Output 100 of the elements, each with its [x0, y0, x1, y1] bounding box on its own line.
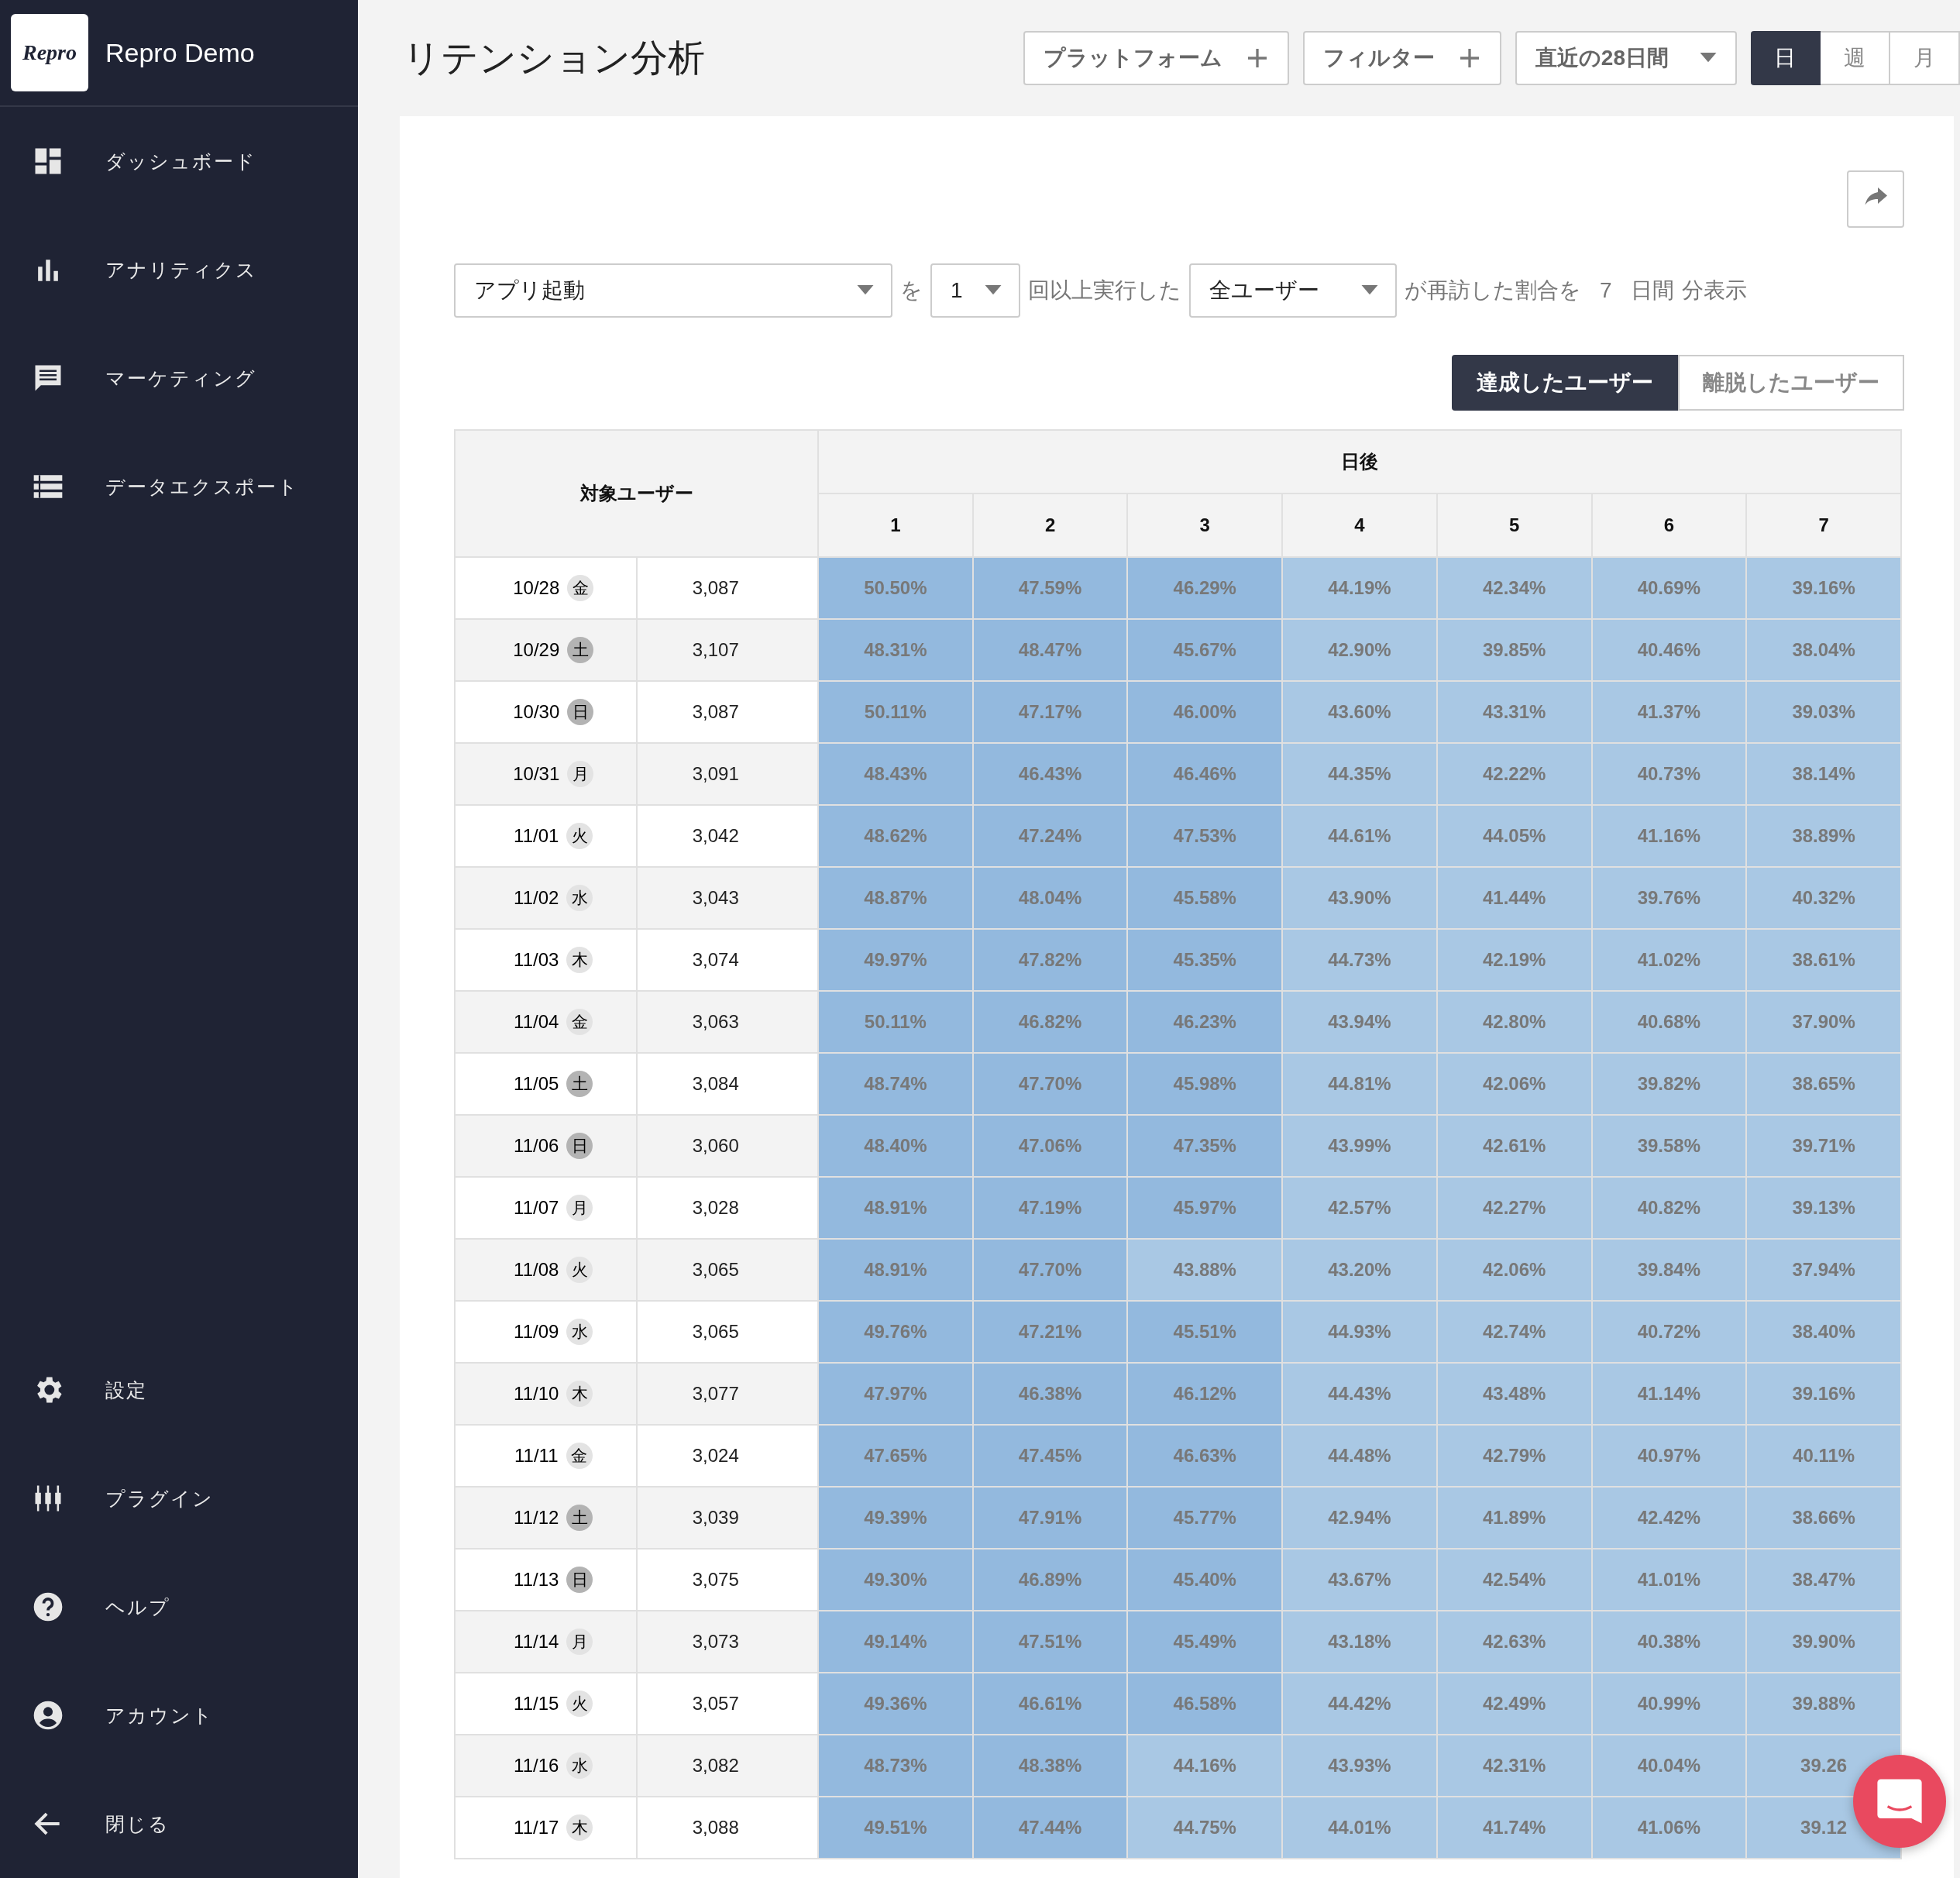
nav-item[interactable]: 閉じる — [0, 1770, 358, 1878]
platform-button[interactable]: プラットフォーム — [1023, 31, 1289, 85]
nav-item[interactable]: ダッシュボード — [0, 107, 358, 215]
heatmap-cell: 45.58% — [1127, 867, 1283, 929]
heatmap-cell: 44.01% — [1282, 1797, 1437, 1859]
weekday-badge: 木 — [566, 1814, 593, 1841]
weekday-badge: 日 — [566, 1133, 593, 1159]
segment-select[interactable]: 全ユーザー — [1189, 263, 1397, 318]
date-text: 11/02 — [514, 887, 559, 909]
heatmap-cell: 49.51% — [818, 1797, 973, 1859]
nav-item[interactable]: データエクスポート — [0, 432, 358, 541]
date-text: 11/11 — [514, 1445, 559, 1467]
heatmap-cell: 38.89% — [1746, 805, 1901, 867]
date-text: 11/12 — [514, 1507, 559, 1529]
weekday-badge: 月 — [566, 1629, 593, 1655]
heatmap-cell: 42.79% — [1436, 1425, 1592, 1487]
heatmap-cell: 39.58% — [1591, 1115, 1747, 1177]
date-text: 11/17 — [514, 1817, 559, 1838]
date-text: 11/03 — [514, 949, 559, 971]
heatmap-cell: 45.97% — [1127, 1177, 1283, 1239]
date-text: 10/29 — [513, 639, 560, 661]
heatmap-cell: 49.76% — [818, 1301, 973, 1363]
heatmap-cell: 46.23% — [1127, 991, 1283, 1053]
heatmap-cell: 40.38% — [1591, 1611, 1747, 1673]
period-dropdown[interactable]: 直近の28日間 — [1515, 31, 1737, 85]
heatmap-cell: 45.49% — [1127, 1611, 1283, 1673]
heatmap-cell: 38.61% — [1746, 929, 1901, 991]
column-header: 3 — [1127, 494, 1283, 557]
heatmap-cell: 47.24% — [972, 805, 1128, 867]
share-button[interactable] — [1847, 170, 1904, 228]
heatmap-cell: 40.46% — [1591, 619, 1747, 681]
heatmap-cell: 41.06% — [1591, 1797, 1747, 1859]
user-toggle-tab[interactable]: 達成したユーザー — [1452, 355, 1678, 411]
heatmap-cell: 46.89% — [972, 1549, 1128, 1611]
user-toggle-tab[interactable]: 離脱したユーザー — [1678, 355, 1904, 411]
date-text: 11/14 — [514, 1631, 559, 1653]
heatmap-cell: 44.42% — [1282, 1673, 1437, 1735]
nav-item[interactable]: プラグイン — [0, 1444, 358, 1553]
heatmap-cell: 43.67% — [1282, 1549, 1437, 1611]
days-field[interactable]: 7 — [1589, 278, 1623, 303]
nav-item[interactable]: ヘルプ — [0, 1553, 358, 1661]
column-header: 4 — [1282, 494, 1437, 557]
heatmap-cell: 42.63% — [1436, 1611, 1592, 1673]
date-text: 11/15 — [514, 1693, 559, 1715]
heatmap-cell: 48.47% — [972, 619, 1128, 681]
heatmap-cell: 48.73% — [818, 1735, 973, 1797]
weekday-badge: 水 — [566, 1319, 593, 1345]
heatmap-cell: 50.11% — [818, 991, 973, 1053]
table-cell: 3,073 — [636, 1611, 818, 1673]
column-header: 5 — [1436, 494, 1592, 557]
granularity-tab[interactable]: 日 — [1751, 31, 1821, 85]
heatmap-cell: 41.02% — [1591, 929, 1747, 991]
heatmap-cell: 41.14% — [1591, 1363, 1747, 1425]
count-select[interactable]: 1 — [930, 263, 1020, 318]
column-header: 6 — [1591, 494, 1747, 557]
granularity-tab[interactable]: 週 — [1821, 31, 1890, 85]
nav-item[interactable]: アナリティクス — [0, 215, 358, 324]
heatmap-cell: 45.40% — [1127, 1549, 1283, 1611]
heatmap-cell: 40.11% — [1746, 1425, 1901, 1487]
heatmap-cell: 49.36% — [818, 1673, 973, 1735]
heatmap-cell: 39.76% — [1591, 867, 1747, 929]
nav-item[interactable]: マーケティング — [0, 324, 358, 432]
heatmap-cell: 43.48% — [1436, 1363, 1592, 1425]
column-header: 対象ユーザー — [455, 430, 818, 557]
heatmap-cell: 38.65% — [1746, 1053, 1901, 1115]
heatmap-cell: 47.45% — [972, 1425, 1128, 1487]
table-cell: 3,043 — [636, 867, 818, 929]
brand-logo[interactable]: Repro — [11, 14, 88, 91]
heatmap-cell: 39.84% — [1591, 1239, 1747, 1301]
caret-icon — [1700, 53, 1717, 64]
weekday-badge: 水 — [566, 885, 593, 911]
heatmap-cell: 49.39% — [818, 1487, 973, 1549]
heatmap-cell: 44.19% — [1282, 557, 1437, 619]
date-text: 10/30 — [513, 701, 560, 723]
weekday-badge: 金 — [566, 1009, 593, 1035]
heatmap-cell: 42.22% — [1436, 743, 1592, 805]
heatmap-cell: 42.90% — [1282, 619, 1437, 681]
column-header: 2 — [972, 494, 1128, 557]
heatmap-cell: 42.80% — [1436, 991, 1592, 1053]
query-text: が再訪した割合を — [1405, 277, 1581, 304]
weekday-badge: 水 — [566, 1752, 593, 1779]
heatmap-cell: 42.61% — [1436, 1115, 1592, 1177]
heatmap-cell: 45.67% — [1127, 619, 1283, 681]
heatmap-cell: 40.73% — [1591, 743, 1747, 805]
heatmap-cell: 39.13% — [1746, 1177, 1901, 1239]
heatmap-cell: 40.97% — [1591, 1425, 1747, 1487]
granularity-tab[interactable]: 月 — [1890, 31, 1960, 85]
nav-item[interactable]: アカウント — [0, 1661, 358, 1770]
event-select[interactable]: アプリ起動 — [454, 263, 892, 318]
filter-button[interactable]: フィルター — [1302, 31, 1501, 85]
date-text: 10/31 — [513, 763, 560, 785]
heatmap-cell: 48.91% — [818, 1177, 973, 1239]
heatmap-cell: 37.90% — [1746, 991, 1901, 1053]
heatmap-cell: 46.29% — [1127, 557, 1283, 619]
heatmap-cell: 44.93% — [1282, 1301, 1437, 1363]
heatmap-cell: 45.35% — [1127, 929, 1283, 991]
heatmap-cell: 41.16% — [1591, 805, 1747, 867]
nav-item[interactable]: 設定 — [0, 1336, 358, 1444]
heatmap-cell: 47.19% — [972, 1177, 1128, 1239]
app-name: Repro Demo — [105, 37, 255, 68]
